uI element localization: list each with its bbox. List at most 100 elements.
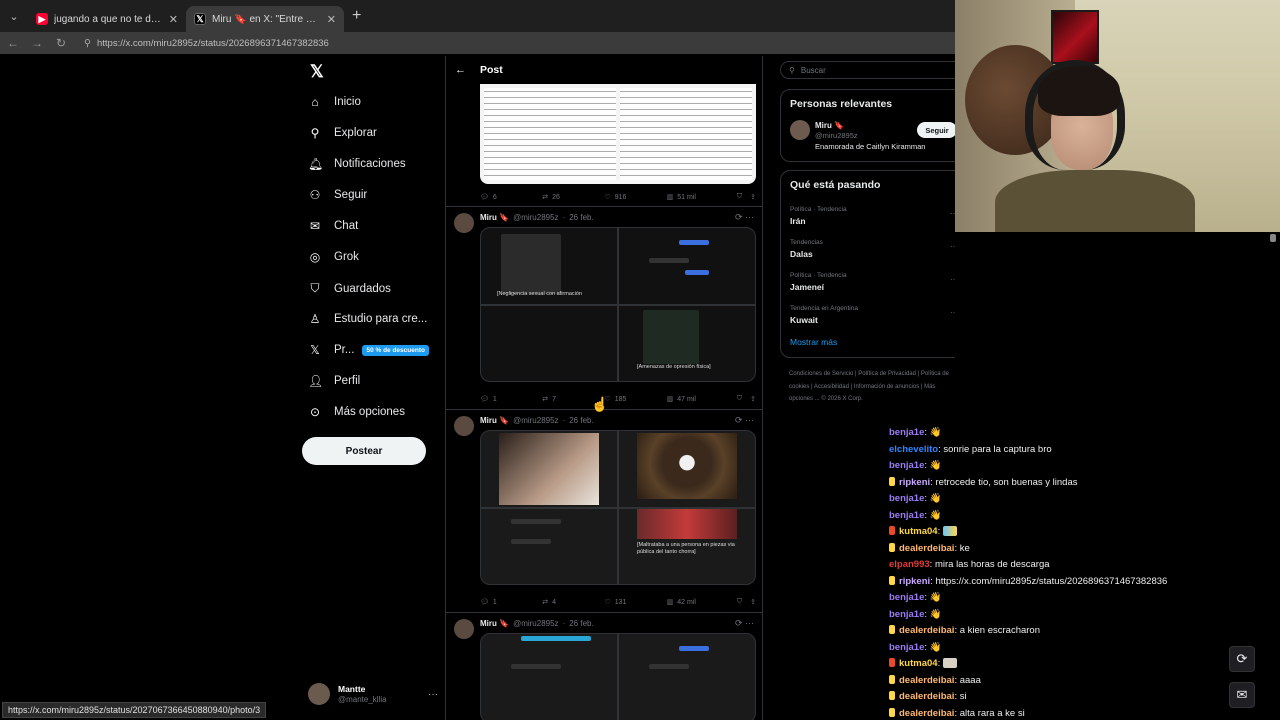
reply-button[interactable]: 💬︎ 1 [480,598,542,607]
chat-username[interactable]: benja1e [889,427,924,438]
post-date[interactable]: 26 feb. [569,213,593,222]
chat-username[interactable]: benja1e [889,493,924,504]
post-item[interactable]: Miru 🔖 @miru2895z · 26 feb. ⟳ ··· [Negli… [446,206,762,409]
new-tab-icon[interactable]: + [352,7,361,25]
nav-item-inicio[interactable]: ⌂ Inicio [308,95,360,109]
avatar[interactable] [454,416,474,436]
nav-item-perfil[interactable]: 👤︎ Perfil [308,374,360,388]
like-button[interactable]: ♡ 916 [604,193,666,202]
document-image[interactable] [480,84,756,184]
chat-username[interactable]: benja1e [889,642,924,653]
chat-scrollbar[interactable] [1270,234,1276,242]
post-button[interactable]: Postear [302,437,426,465]
media-photo[interactable] [619,228,755,304]
site-info-icon[interactable]: ⚲ [84,38,91,49]
chat-username[interactable]: ripkeni [899,477,930,488]
close-icon[interactable]: ✕ [327,13,336,26]
bookmark-icon[interactable]: ⛉ [737,395,742,403]
footer-links[interactable]: Condiciones de Servicio | Política de Pr… [789,368,959,406]
share-icon[interactable]: ⇪ [750,395,756,403]
chat-username[interactable]: elchevelito [889,444,938,455]
chat-username[interactable]: ripkeni [899,576,930,587]
search-input[interactable]: ⚲ Buscar [780,61,970,79]
share-icon[interactable]: ⇪ [750,598,756,606]
nav-item-estudio[interactable]: ♙ Estudio para cre... [308,312,428,326]
avatar[interactable] [454,619,474,639]
nav-item-chat[interactable]: ✉ Chat [308,219,358,233]
avatar[interactable] [454,213,474,233]
url-field[interactable]: ⚲ https://x.com/miru2895z/status/20268963… [84,38,329,49]
views-button[interactable]: ▥ 51 mil [667,193,729,202]
tab-youtube[interactable]: ▶ jugando a que no te duele nada (\ ✕ [28,6,186,32]
forward-arrow-icon[interactable]: → [30,36,44,50]
more-dots-icon[interactable]: ⟳ ··· [735,212,754,223]
post-item[interactable]: Miru 🔖 @miru2895z · 26 feb. ⟳ ··· [446,612,762,720]
author-handle[interactable]: @miru2895z [513,416,558,425]
nav-item-seguir[interactable]: ⚇ Seguir [308,188,368,202]
nav-item-explorar[interactable]: ⚲ Explorar [308,126,377,140]
follow-button[interactable]: Seguir [917,122,957,138]
author-handle[interactable]: @miru2895z [513,619,558,628]
chat-inbox-icon[interactable]: ✉ [1229,682,1255,708]
chat-username[interactable]: dealerdeibai [899,708,954,719]
repost-button[interactable]: ⇄ 26 [542,193,604,202]
media-photo[interactable] [619,431,755,507]
chat-username[interactable]: benja1e [889,460,924,471]
reply-button[interactable]: 💬︎ 6 [480,193,542,202]
trend-item[interactable]: Política · Tendencia Irán [790,206,847,226]
more-dots-icon[interactable]: ⟳ ··· [735,618,754,629]
repost-button[interactable]: ⇄ 4 [542,598,604,607]
show-more-link[interactable]: Mostrar más [790,337,837,347]
chat-username[interactable]: dealerdeibai [899,543,954,554]
media-photo[interactable]: [Amenazas de opresión física] [619,305,755,381]
nav-item-grok[interactable]: ◎ Grok [308,250,359,264]
post-date[interactable]: 26 feb. [569,619,593,628]
nav-item-premium[interactable]: 𝕏 Pr... 50 % de descuento [308,343,429,357]
bookmark-icon[interactable]: ⛉ [737,193,742,201]
nav-item-mas-opciones[interactable]: ⊙ Más opciones [308,405,405,419]
trend-item[interactable]: Política · Tendencia Jameneí [790,272,847,292]
chat-settings-icon[interactable]: ⟳ [1229,646,1255,672]
chat-username[interactable]: benja1e [889,609,924,620]
avatar[interactable] [790,120,810,140]
tab-x-post[interactable]: 𝕏 Miru 🔖 en X: "Entre a tiktok y tu ✕ [186,6,344,32]
chat-username[interactable]: dealerdeibai [899,625,954,636]
chat-username[interactable]: dealerdeibai [899,691,954,702]
media-photo[interactable] [481,305,617,381]
bookmark-icon[interactable]: ⛉ [737,598,742,606]
back-arrow-icon[interactable]: ← [455,64,466,76]
post-date[interactable]: 26 feb. [569,416,593,425]
chat-username[interactable]: kutma04 [899,526,938,537]
account-switcher[interactable]: Mantte @mante_kllia ··· [308,680,438,708]
like-button[interactable]: ♡ 131 [604,598,666,607]
chat-username[interactable]: benja1e [889,592,924,603]
tab-list-chevron-icon[interactable]: ⌄ [0,0,28,32]
nav-item-guardados[interactable]: ⛉ Guardados [308,281,390,296]
views-button[interactable]: ▥ 42 mil [667,598,729,607]
close-icon[interactable]: ✕ [169,13,178,26]
trend-item[interactable]: Tendencia en Argentina Kuwait [790,305,858,325]
author-handle[interactable]: @miru2895z [815,131,858,140]
chat-username[interactable]: dealerdeibai [899,675,954,686]
trend-item[interactable]: Tendencias Dalas [790,239,823,259]
media-photo[interactable] [481,431,617,514]
chat-username[interactable]: elpan993 [889,559,930,570]
back-arrow-icon[interactable]: ← [6,36,20,50]
author-name[interactable]: Miru 🔖 [480,213,509,222]
x-logo-icon[interactable]: 𝕏 [310,62,324,82]
like-button[interactable]: ♡ 185 [604,395,666,404]
author-name[interactable]: Miru 🔖 [480,619,509,628]
chat-username[interactable]: kutma04 [899,658,938,669]
reload-icon[interactable]: ↻ [54,36,68,50]
more-dots-icon[interactable]: ⟳ ··· [735,415,754,426]
views-button[interactable]: ▥ 47 mil [667,395,729,404]
author-name[interactable]: Miru 🔖 [815,121,844,130]
author-handle[interactable]: @miru2895z [513,213,558,222]
media-photo[interactable]: [Negligencia sexual con afirmación [481,228,617,304]
media-photo[interactable] [619,634,755,720]
post-item[interactable]: Miru 🔖 @miru2895z · 26 feb. ⟳ ··· [446,409,762,612]
nav-item-notificaciones[interactable]: 🔔︎ Notificaciones [308,157,406,171]
reply-button[interactable]: 💬︎ 1 [480,395,542,404]
media-photo[interactable]: [Maltrataba a una persona en piezas via … [619,508,755,584]
media-photo[interactable] [481,634,617,720]
